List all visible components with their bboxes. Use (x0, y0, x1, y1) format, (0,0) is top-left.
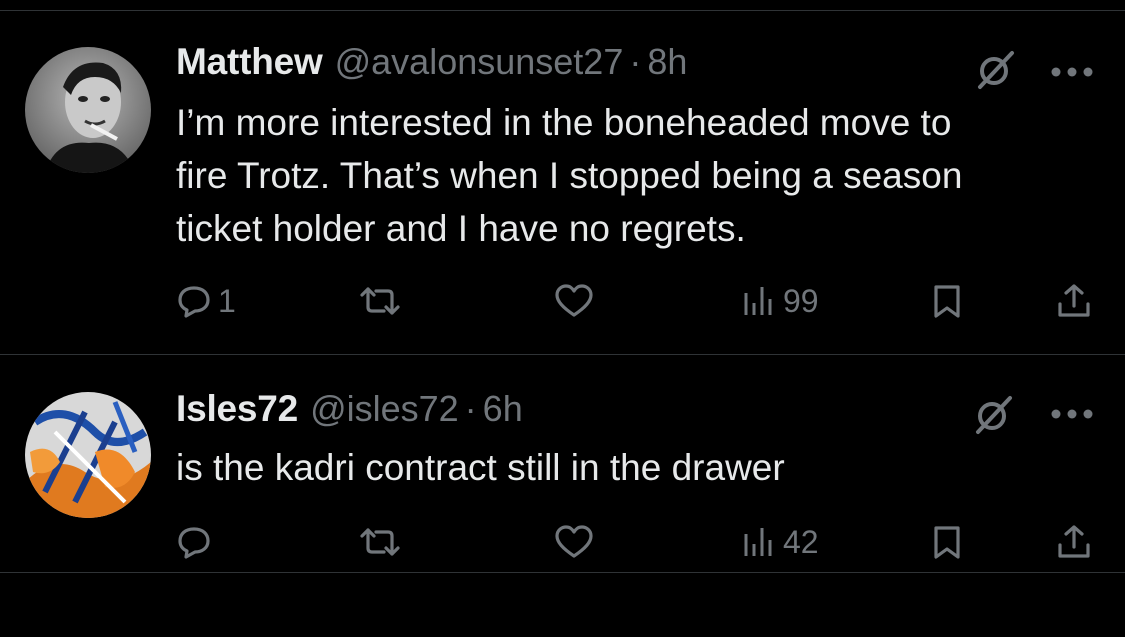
bookmark-button[interactable] (929, 276, 965, 326)
heart-icon (555, 284, 593, 317)
reply-button[interactable]: 1 (176, 276, 236, 326)
separator-dot: · (464, 388, 477, 429)
bookmark-icon (934, 285, 960, 318)
grok-icon[interactable] (970, 392, 1014, 436)
timestamp[interactable]: 6h (483, 388, 523, 430)
bookmark-button[interactable] (929, 517, 965, 567)
reply-button[interactable] (176, 517, 218, 567)
view-count: 99 (783, 282, 819, 319)
share-icon (1058, 284, 1090, 317)
retweet-icon (360, 287, 400, 315)
like-button[interactable] (554, 517, 600, 567)
tweet-text: is the kadri contract still in the drawe… (176, 447, 785, 488)
user-handle[interactable]: @avalonsunset27 (335, 41, 624, 83)
tweet-actions: 42 (0, 517, 1125, 567)
reply-icon (178, 527, 210, 559)
like-button[interactable] (554, 276, 600, 326)
share-icon (1058, 525, 1090, 558)
avatar[interactable] (25, 47, 151, 173)
grok-icon[interactable] (972, 47, 1016, 91)
avatar-photo (25, 392, 151, 518)
tweet-header: Isles72 @isles72 · 6h (176, 388, 523, 432)
reply-count: 1 (218, 282, 236, 319)
more-options-icon[interactable] (1050, 407, 1094, 419)
display-name[interactable]: Isles72 (176, 388, 298, 430)
retweet-icon (360, 528, 400, 556)
tweet[interactable]: Matthew @avalonsunset27 · 8h I’m more in… (0, 11, 1125, 354)
bookmark-icon (934, 526, 960, 559)
share-button[interactable] (1056, 276, 1092, 326)
more-options-icon[interactable] (1050, 65, 1094, 77)
analytics-icon (744, 287, 772, 315)
display-name[interactable]: Matthew (176, 41, 323, 83)
views-button[interactable]: 42 (741, 517, 819, 567)
user-handle[interactable]: @isles72 (310, 388, 459, 430)
heart-icon (555, 525, 593, 558)
avatar-photo (25, 47, 151, 173)
timestamp[interactable]: 8h (647, 41, 687, 83)
separator-dot: · (629, 41, 642, 82)
share-button[interactable] (1056, 517, 1092, 567)
views-button[interactable]: 99 (741, 276, 819, 326)
tweet-header: Matthew @avalonsunset27 · 8h (176, 41, 687, 85)
tweet[interactable]: Isles72 @isles72 · 6h is the kadri contr… (0, 355, 1125, 571)
view-count: 42 (783, 523, 819, 560)
retweet-button[interactable] (356, 517, 410, 567)
tweet-actions: 1 99 (0, 276, 1125, 326)
analytics-icon (744, 528, 772, 556)
tweet-text: I’m more interested in the boneheaded mo… (176, 102, 963, 249)
divider (0, 572, 1125, 573)
reply-icon (178, 286, 210, 318)
retweet-button[interactable] (356, 276, 410, 326)
avatar[interactable] (25, 392, 151, 518)
